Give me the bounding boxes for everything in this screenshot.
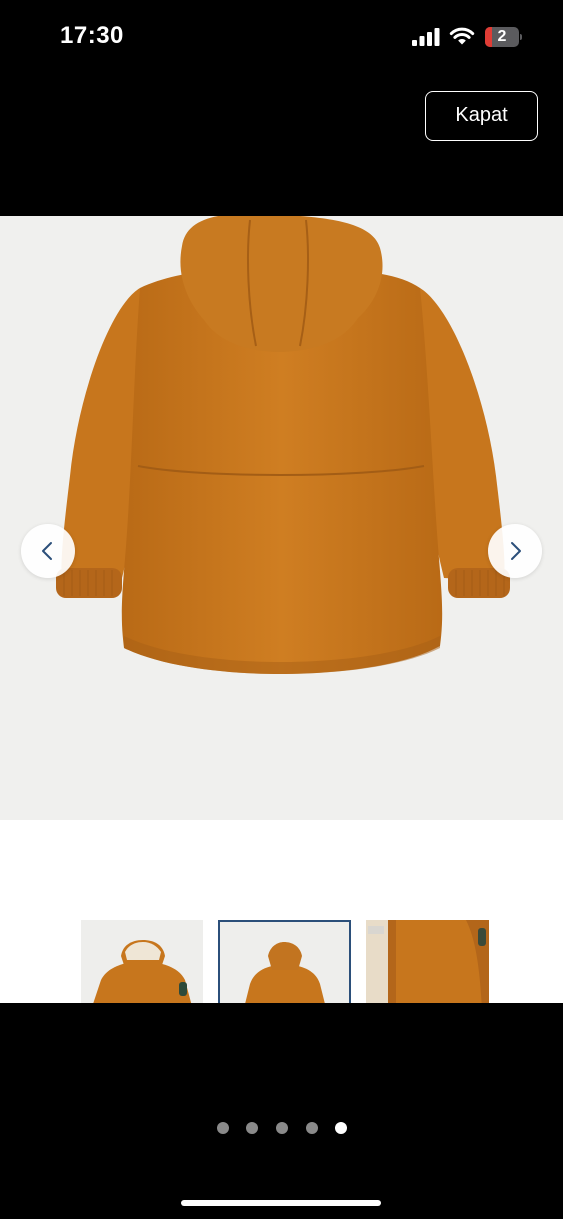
- product-gallery: [0, 216, 563, 1003]
- page-dot[interactable]: [217, 1122, 229, 1134]
- battery-body: 2: [485, 27, 519, 47]
- jacket-back-illustration: [56, 216, 510, 674]
- close-button[interactable]: Kapat: [425, 91, 538, 141]
- thumbnail-image: [220, 922, 349, 1003]
- battery-icon: 2: [485, 27, 522, 47]
- battery-label: 2: [497, 28, 507, 45]
- page-indicator: [0, 1120, 563, 1136]
- next-image-button[interactable]: [488, 524, 542, 578]
- signal-icon: [412, 28, 440, 46]
- page-dot[interactable]: [246, 1122, 258, 1134]
- thumbnail-image: [81, 920, 203, 1003]
- product-image-main[interactable]: [0, 216, 563, 820]
- thumbnail-front[interactable]: [81, 920, 203, 1003]
- thumbnail-image: [366, 920, 489, 1003]
- chevron-left-icon: [42, 542, 52, 560]
- page-dot[interactable]: [335, 1122, 347, 1134]
- wifi-icon: [449, 27, 475, 45]
- page-dot[interactable]: [306, 1122, 318, 1134]
- thumbnail-back[interactable]: [218, 920, 351, 1003]
- screen: 17:30 2 Kapat: [0, 0, 563, 1219]
- thumbnail-detail[interactable]: [366, 920, 489, 1003]
- status-bar: 17:30 2: [0, 0, 563, 80]
- home-indicator[interactable]: [181, 1200, 381, 1206]
- chevron-right-icon: [511, 542, 521, 560]
- battery-cap: [520, 34, 522, 40]
- page-dot[interactable]: [276, 1122, 288, 1134]
- status-time: 17:30: [60, 22, 124, 49]
- previous-image-button[interactable]: [21, 524, 75, 578]
